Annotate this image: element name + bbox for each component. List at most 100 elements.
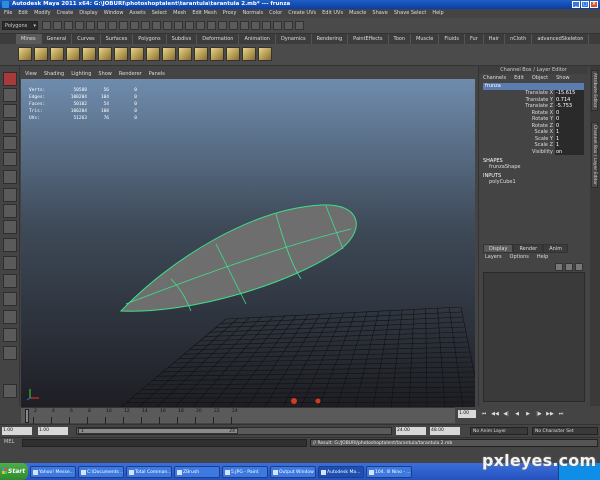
toolbox-tool-icon[interactable]	[3, 310, 17, 324]
status-tool-icon[interactable]	[86, 21, 95, 30]
status-tool-icon[interactable]	[53, 21, 62, 30]
menu-window[interactable]: Window	[104, 9, 124, 18]
start-time-field[interactable]: 1.00	[2, 427, 32, 435]
shelf-tool-icon[interactable]	[98, 47, 112, 61]
tab-toon[interactable]: Toon	[389, 34, 412, 44]
taskbar-item-c-documents[interactable]: C:\Documents ...	[78, 465, 124, 478]
attribute-value-field[interactable]: on	[555, 148, 584, 155]
toolbox-tool-icon[interactable]	[3, 170, 17, 184]
menu-edit-uvs[interactable]: Edit UVs	[322, 9, 343, 18]
status-tool-icon[interactable]	[75, 21, 84, 30]
toolbox-tool-icon[interactable]	[3, 220, 17, 234]
shelf-tool-icon[interactable]	[34, 47, 48, 61]
current-frame-field[interactable]: 1.00	[458, 410, 476, 418]
taskbar-item-yahoo-messe[interactable]: Yahoo! Messe...	[30, 465, 76, 478]
taskbar-item-5-jpg-paint[interactable]: 5.JPG - Paint	[222, 465, 268, 478]
minimize-button[interactable]: _	[572, 1, 580, 8]
tab-polygons[interactable]: Polygons	[133, 34, 167, 44]
shelf-tool-icon[interactable]	[18, 47, 32, 61]
shelf-tool-icon[interactable]	[194, 47, 208, 61]
tab-fur[interactable]: Fur	[465, 34, 484, 44]
tab-animation[interactable]: Animation	[239, 34, 276, 44]
layer-menu-options[interactable]: Options	[510, 253, 529, 262]
shelf-tool-icon[interactable]	[258, 47, 272, 61]
status-tool-icon[interactable]	[163, 21, 172, 30]
shape-node[interactable]: frunzaShape	[489, 164, 588, 170]
menu-shave-select[interactable]: Shave Select	[394, 9, 426, 18]
tab-fluids[interactable]: Fluids	[439, 34, 465, 44]
anim-layer-dropdown[interactable]: No Anim Layer	[470, 427, 528, 435]
tab-mines[interactable]: Mines	[16, 34, 42, 44]
menu-muscle[interactable]: Muscle	[349, 9, 366, 18]
shelf-tool-icon[interactable]	[66, 47, 80, 61]
tab-surfaces[interactable]: Surfaces	[101, 34, 134, 44]
menu-shave[interactable]: Shave	[372, 9, 387, 18]
playback-button[interactable]: ⏮	[480, 410, 488, 418]
toolbox-tool-icon[interactable]	[3, 120, 17, 134]
status-tool-icon[interactable]	[295, 21, 304, 30]
menu-modify[interactable]: Modify	[34, 9, 51, 18]
panel-menu-show[interactable]: Show	[98, 70, 112, 79]
layer-menu-layers[interactable]: Layers	[485, 253, 502, 262]
status-tool-icon[interactable]	[251, 21, 260, 30]
new-layer-selected-icon[interactable]	[565, 263, 573, 271]
viewport-3d[interactable]: Verts: 50588 56 0 Edges: 100204 104 0 Faces: 5010…	[21, 79, 475, 407]
menu-select[interactable]: Select	[152, 9, 167, 18]
status-tool-icon[interactable]	[185, 21, 194, 30]
tab-rendering[interactable]: Rendering	[312, 34, 349, 44]
select-tool-icon[interactable]	[3, 72, 17, 86]
tab-hair[interactable]: Hair	[484, 34, 506, 44]
menu-create-uvs[interactable]: Create UVs	[288, 9, 316, 18]
taskbar-item-total-comman[interactable]: Total Comman...	[126, 465, 172, 478]
menu-create[interactable]: Create	[57, 9, 74, 18]
panel-menu-panels[interactable]: Panels	[149, 70, 165, 79]
menu-file[interactable]: File	[4, 9, 12, 18]
channel-box-tab[interactable]: Channel Box / Layer Editor	[591, 122, 598, 188]
playback-start-field[interactable]: 1.00	[38, 427, 68, 435]
status-tool-icon[interactable]	[108, 21, 117, 30]
toolbox-tool-icon[interactable]	[3, 88, 17, 102]
status-tool-icon[interactable]	[141, 21, 150, 30]
menu-help[interactable]: Help	[432, 9, 443, 18]
menu-color[interactable]: Color	[269, 9, 282, 18]
playback-button[interactable]: ◀	[513, 410, 521, 418]
toolbox-tool-icon[interactable]	[3, 346, 17, 360]
menu-edit[interactable]: Edit	[18, 9, 28, 18]
status-tool-icon[interactable]	[42, 21, 51, 30]
status-tool-icon[interactable]	[284, 21, 293, 30]
playback-button[interactable]: |▶	[535, 410, 543, 418]
panel-menu-renderer[interactable]: Renderer	[119, 70, 142, 79]
channel-menu-show[interactable]: Show	[556, 74, 570, 83]
menu-normals[interactable]: Normals	[242, 9, 263, 18]
playback-button[interactable]: ▶	[524, 410, 532, 418]
input-node[interactable]: polyCube1	[489, 179, 588, 185]
tab-general[interactable]: General	[42, 34, 73, 44]
shelf-tool-icon[interactable]	[178, 47, 192, 61]
toolbox-tool-icon[interactable]	[3, 152, 17, 166]
shelf-tool-icon[interactable]	[130, 47, 144, 61]
leaf-mesh[interactable]	[119, 204, 357, 312]
toolbox-tool-icon[interactable]	[3, 274, 17, 288]
status-tool-icon[interactable]	[196, 21, 205, 30]
playback-button[interactable]: ◀|	[502, 410, 510, 418]
status-tool-icon[interactable]	[207, 21, 216, 30]
shelf-tool-icon[interactable]	[162, 47, 176, 61]
tab-subdivs[interactable]: Subdivs	[167, 34, 198, 44]
toolbox-tool-icon[interactable]	[3, 256, 17, 270]
menu-proxy[interactable]: Proxy	[223, 9, 237, 18]
time-slider[interactable]: 2 4 6 8 10 12 14 16 18 20 22 24	[21, 407, 455, 424]
toolbox-tool-icon[interactable]	[3, 292, 17, 306]
shelf-tool-icon[interactable]	[242, 47, 256, 61]
shelf-tool-icon[interactable]	[210, 47, 224, 61]
status-tool-icon[interactable]	[273, 21, 282, 30]
playback-button[interactable]: ⏭	[557, 410, 565, 418]
playback-button[interactable]: ◀◀	[491, 410, 499, 418]
toolbox-tool-icon[interactable]	[3, 238, 17, 252]
tab-painteffects[interactable]: PaintEffects	[348, 34, 389, 44]
tab-dynamics[interactable]: Dynamics	[276, 34, 312, 44]
status-tool-icon[interactable]	[152, 21, 161, 30]
panel-menu-view[interactable]: View	[25, 70, 37, 79]
status-tool-icon[interactable]	[174, 21, 183, 30]
layer-tab-display[interactable]: Display	[483, 244, 514, 253]
channel-menu-channels[interactable]: Channels	[483, 74, 506, 83]
